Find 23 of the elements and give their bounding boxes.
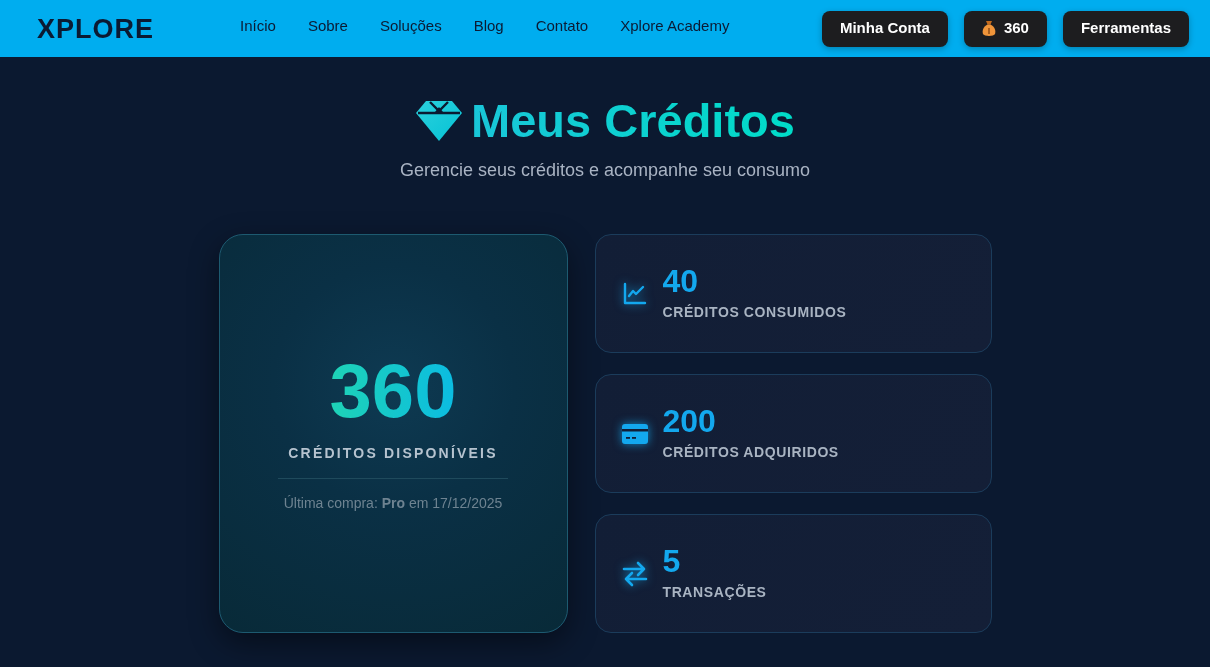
line-chart-icon bbox=[621, 280, 648, 307]
account-button[interactable]: Minha Conta bbox=[821, 10, 948, 47]
credits-button[interactable]: 360 bbox=[963, 10, 1047, 47]
logo[interactable]: XPLORE bbox=[37, 16, 155, 43]
stat-value: 5 bbox=[662, 544, 682, 580]
page-subtitle: Gerencie seus créditos e acompanhe seu consumo bbox=[399, 159, 811, 183]
nav-link[interactable]: Sobre bbox=[307, 16, 348, 35]
tools-button[interactable]: Ferramentas bbox=[1062, 10, 1189, 47]
nav-link[interactable]: Contato bbox=[535, 16, 589, 35]
balance-label: CRÉDITOS DISPONÍVEIS bbox=[288, 444, 498, 464]
stat-label: TRANSAÇÕES bbox=[662, 583, 767, 603]
nav-link[interactable]: Xplore Academy bbox=[620, 16, 730, 35]
transfer-arrows-icon bbox=[621, 560, 648, 587]
stat-value: 200 bbox=[662, 404, 717, 440]
last-purchase-text: Última compra: Pro em 17/12/2025 bbox=[283, 494, 503, 514]
stat-label: CRÉDITOS CONSUMIDOS bbox=[662, 303, 847, 323]
nav-link[interactable]: Blog bbox=[473, 16, 504, 35]
nav-link[interactable]: Início bbox=[240, 16, 276, 35]
stat-value: 40 bbox=[662, 264, 700, 300]
nav-link[interactable]: Soluções bbox=[379, 16, 442, 35]
diamond-icon bbox=[415, 100, 464, 143]
stat-label: CRÉDITOS ADQUIRIDOS bbox=[662, 443, 839, 463]
money-bag-icon bbox=[981, 20, 996, 37]
